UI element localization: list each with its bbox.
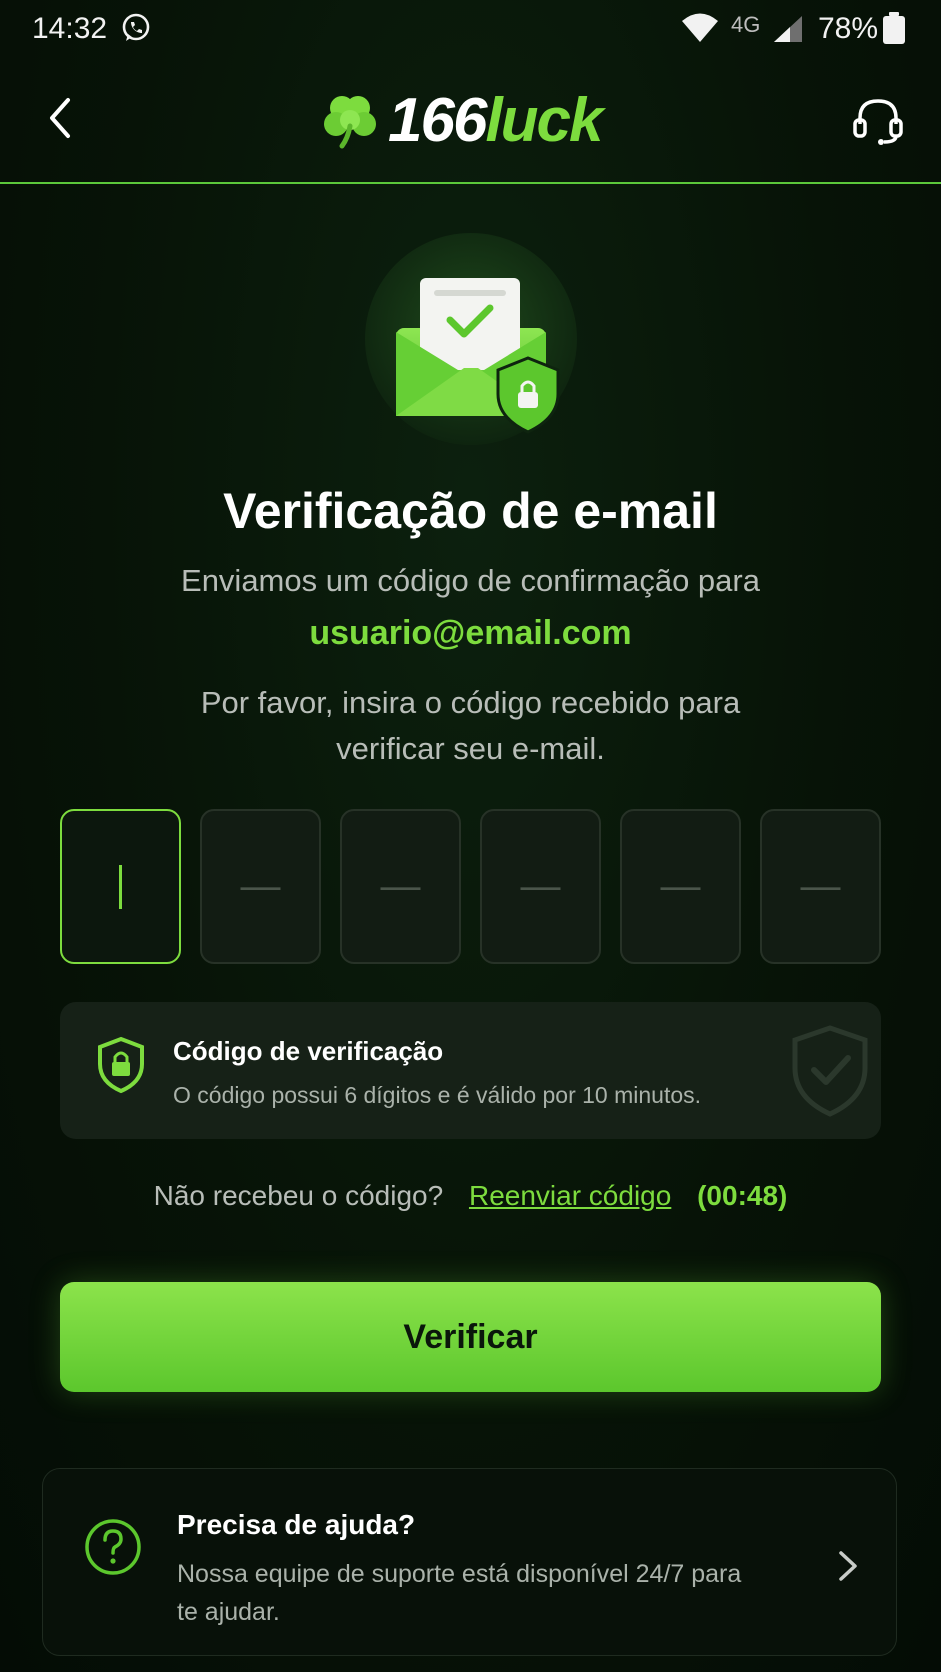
code-digit-placeholder: — xyxy=(520,864,561,908)
shield-lock-icon xyxy=(98,1036,144,1094)
resend-row: Não recebeu o código? Reenviar código (0… xyxy=(0,1180,941,1212)
network-type: 4G xyxy=(731,12,761,37)
signal-icon xyxy=(774,16,802,42)
code-digit-placeholder: — xyxy=(800,864,841,908)
shield-check-icon xyxy=(792,1025,868,1117)
help-text: Nossa equipe de suporte está disponível … xyxy=(177,1560,742,1626)
code-digit-1[interactable] xyxy=(60,809,181,964)
help-title: Precisa de ajuda? xyxy=(177,1509,416,1540)
page: 14:32 4G 78% 166luck Verificação de e-ma… xyxy=(0,0,941,1672)
code-info-card: Código de verificação O código possui 6 … xyxy=(60,1002,881,1139)
code-digit-placeholder: — xyxy=(660,864,701,908)
verify-button[interactable]: Verificar xyxy=(60,1282,881,1392)
info-text: O código possui 6 dígitos e é válido por… xyxy=(173,1082,702,1108)
code-digit-3[interactable]: — xyxy=(340,809,461,964)
page-title: Verificação de e-mail xyxy=(223,483,718,539)
resend-label: Não recebeu o código? xyxy=(153,1180,444,1211)
resend-countdown: (00:48) xyxy=(697,1180,788,1211)
question-icon xyxy=(85,1519,141,1575)
chevron-right-icon xyxy=(839,1551,857,1581)
info-title: Código de verificação xyxy=(173,1036,444,1066)
help-card[interactable]: Precisa de ajuda? Nossa equipe de suport… xyxy=(42,1468,897,1656)
battery-percentage: 78% xyxy=(818,12,879,45)
logo-word: luck xyxy=(485,85,603,155)
brand-logo: 166luck xyxy=(320,86,604,155)
code-digit-placeholder: — xyxy=(380,864,421,908)
clover-logo-icon xyxy=(324,96,376,149)
resend-code-link[interactable]: Reenviar código xyxy=(469,1180,671,1211)
logo-number: 166 xyxy=(388,85,487,155)
code-digit-2[interactable]: — xyxy=(200,809,321,964)
instructions-text: Por favor, insira o código recebido para… xyxy=(200,685,741,766)
back-icon[interactable] xyxy=(40,94,80,142)
code-digit-4[interactable]: — xyxy=(480,809,601,964)
text-caret xyxy=(119,864,122,909)
code-digit-placeholder: — xyxy=(240,864,281,908)
whatsapp-icon xyxy=(122,13,150,41)
email-shield-icon xyxy=(365,233,577,445)
wifi-icon xyxy=(682,13,718,42)
email-address: usuario@email.com xyxy=(309,614,632,652)
code-digit-6[interactable]: — xyxy=(760,809,881,964)
headset-icon[interactable] xyxy=(852,96,904,146)
battery-icon xyxy=(883,12,905,44)
status-bar: 14:32 4G 78% xyxy=(0,0,941,56)
status-time: 14:32 xyxy=(32,12,108,45)
sent-code-message: Enviamos um código de confirmação para xyxy=(181,563,760,598)
code-digit-5[interactable]: — xyxy=(620,809,741,964)
app-header: 166luck xyxy=(0,56,941,184)
verification-code-input: — — — — — xyxy=(60,809,881,964)
logo-text: 166luck xyxy=(388,85,604,156)
